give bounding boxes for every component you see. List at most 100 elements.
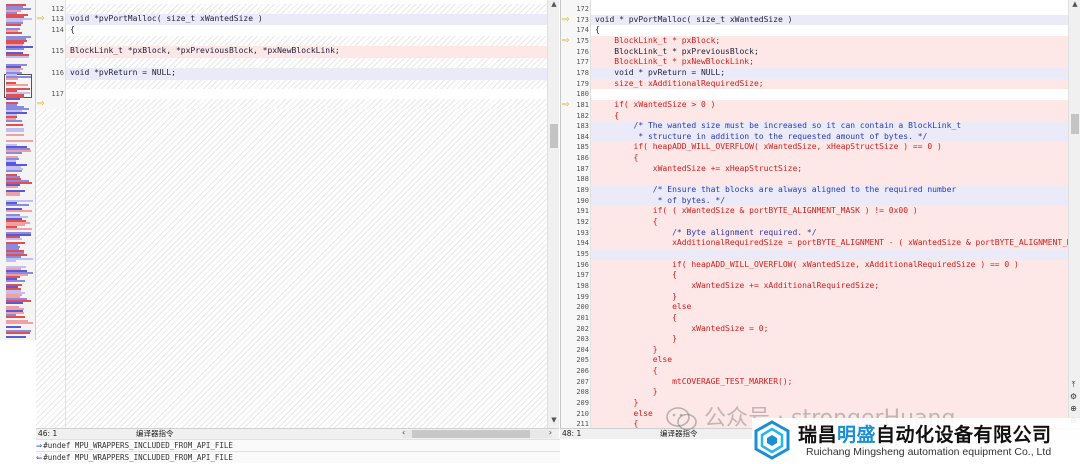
code-line[interactable]: { xyxy=(591,312,1068,324)
company-logo-icon xyxy=(754,420,790,460)
right-scroll-thumb[interactable] xyxy=(1071,114,1079,134)
code-line[interactable] xyxy=(66,89,547,99)
right-code-area[interactable]: void * pvPortMalloc( size_t xWantedSize … xyxy=(591,0,1068,428)
code-line-text: { xyxy=(70,25,75,34)
code-line[interactable]: void *pvReturn = NULL; xyxy=(66,68,547,80)
code-line[interactable]: { xyxy=(591,110,1068,122)
code-line-text: } xyxy=(595,291,677,301)
scroll-down-icon[interactable]: ▼ xyxy=(548,416,559,424)
code-line[interactable] xyxy=(66,4,547,14)
code-line[interactable]: } xyxy=(591,344,1068,356)
code-line[interactable] xyxy=(591,174,1068,186)
scroll-up-icon[interactable]: ▲ xyxy=(1069,0,1080,8)
pin-icon[interactable]: ⤒ xyxy=(1067,380,1080,392)
code-line[interactable]: void * pvPortMalloc( size_t xWantedSize … xyxy=(591,14,1068,26)
arrow-right-icon[interactable]: ⇨ xyxy=(562,15,570,26)
code-line[interactable] xyxy=(66,36,547,46)
left-code-area[interactable]: void *pvPortMalloc( size_t xWantedSize )… xyxy=(66,0,547,428)
code-line[interactable] xyxy=(66,80,547,89)
settings-icon[interactable]: ⚙ xyxy=(1067,392,1080,404)
code-line[interactable]: if( ( xWantedSize & portBYTE_ALIGNMENT_M… xyxy=(591,206,1068,218)
arrow-right-icon[interactable]: ⇨ xyxy=(562,36,570,47)
line-number: 182 xyxy=(576,111,589,120)
code-line[interactable] xyxy=(591,4,1068,15)
code-line[interactable]: /* Byte alignment required. */ xyxy=(591,227,1068,239)
line-number: 211 xyxy=(576,420,589,428)
code-line[interactable]: { xyxy=(591,217,1068,228)
left-vertical-scrollbar[interactable]: ▲ ▼ xyxy=(547,0,559,428)
code-line-text: { xyxy=(595,366,658,376)
code-line[interactable]: xAdditionalRequiredSize = portBYTE_ALIGN… xyxy=(591,238,1068,249)
code-line[interactable] xyxy=(591,248,1068,260)
code-line[interactable]: } xyxy=(591,387,1068,399)
code-line[interactable]: { xyxy=(66,25,547,36)
scroll-left-icon[interactable]: ‹ xyxy=(402,428,405,438)
code-line[interactable] xyxy=(66,58,547,68)
code-line-text: xWantedSize = 0; xyxy=(595,323,769,333)
arrow-right-icon[interactable]: ⇨ xyxy=(37,14,45,25)
right-vertical-scrollbar[interactable]: ▲ xyxy=(1068,0,1080,428)
code-line-text: BlockLink_t *pxBlock, *pxPreviousBlock, … xyxy=(70,46,340,55)
scroll-up-icon[interactable]: ▲ xyxy=(548,0,559,8)
code-line[interactable]: { xyxy=(591,270,1068,281)
zoom-icon[interactable]: ⊕ xyxy=(1067,404,1080,416)
code-line[interactable]: else xyxy=(591,355,1068,367)
detail-line-bottom[interactable]: ⇐#undef MPU_WRAPPERS_INCLUDED_FROM_API_F… xyxy=(36,451,560,463)
code-line[interactable]: void *pvPortMalloc( size_t xWantedSize ) xyxy=(66,14,547,25)
code-line-text: /* The wanted size must be increased so … xyxy=(595,121,962,131)
line-number: 205 xyxy=(576,356,589,365)
scroll-right-icon[interactable]: › xyxy=(549,428,552,438)
code-line[interactable]: * structure in addition to the requested… xyxy=(591,131,1068,143)
code-line[interactable]: /* Ensure that blocks are always aligned… xyxy=(591,185,1068,196)
syntax-mode[interactable]: 编译器指令 xyxy=(136,429,174,439)
code-line[interactable] xyxy=(591,89,1068,100)
code-line[interactable]: void * pvReturn = NULL; xyxy=(591,67,1068,79)
arrow-right-icon[interactable]: ⇨ xyxy=(562,100,570,111)
code-line[interactable]: /* The wanted size must be increased so … xyxy=(591,121,1068,132)
diff-overview-map[interactable] xyxy=(0,0,36,340)
code-line[interactable]: { xyxy=(591,153,1068,164)
left-hscroll-thumb[interactable] xyxy=(412,430,530,438)
line-number: 178 xyxy=(576,68,589,77)
code-line[interactable]: } xyxy=(591,291,1068,303)
code-line[interactable]: xWantedSize += xHeapStructSize; xyxy=(591,163,1068,175)
code-line[interactable]: if( heapADD_WILL_OVERFLOW( xWantedSize, … xyxy=(591,259,1068,271)
code-line-text: } xyxy=(595,387,658,397)
overview-diff-marker xyxy=(6,186,18,188)
empty-area xyxy=(66,109,547,428)
code-line[interactable]: if( xWantedSize > 0 ) xyxy=(591,99,1068,111)
line-number: 184 xyxy=(576,132,589,141)
code-line[interactable]: xWantedSize = 0; xyxy=(591,323,1068,335)
code-line-text: xWantedSize += xHeapStructSize; xyxy=(595,163,803,173)
code-line[interactable]: mtCOVERAGE_TEST_MARKER(); xyxy=(591,376,1068,388)
code-line[interactable]: } xyxy=(591,334,1068,345)
left-code-pane[interactable]: 112 113 ⇨ 114 115 116 117 ⇨ void *pvPortMalloc(… xyxy=(36,0,559,428)
company-logo-block: 瑞昌明盛自动化设备有限公司 Ruichang Mingsheng automat… xyxy=(752,418,1080,464)
left-horizontal-scrollbar[interactable]: ‹ › xyxy=(402,428,552,438)
overview-diff-marker xyxy=(6,78,18,80)
detail-line-top[interactable]: ⇒#undef MPU_WRAPPERS_INCLUDED_FROM_API_F… xyxy=(36,439,560,451)
overview-diff-marker xyxy=(6,326,21,328)
code-line[interactable]: xWantedSize += xAdditionalRequiredSize; xyxy=(591,280,1068,292)
code-line[interactable]: { xyxy=(591,25,1068,36)
right-code-pane[interactable]: 172 173 ⇨ 174 175 ⇨ 176 177 178 179 180 181 ⇨ 182 183 1… xyxy=(560,0,1080,428)
code-line[interactable]: * of bytes. */ xyxy=(591,195,1068,207)
code-line[interactable]: BlockLink_t * pxNewBlockLink; xyxy=(591,57,1068,68)
code-line[interactable]: BlockLink_t * pxPreviousBlock; xyxy=(591,46,1068,58)
line-number: 199 xyxy=(576,292,589,301)
code-line[interactable]: BlockLink_t *pxBlock, *pxPreviousBlock, … xyxy=(66,46,547,58)
code-line[interactable]: BlockLink_t * pxBlock; xyxy=(591,35,1068,47)
overview-diff-marker xyxy=(6,124,23,126)
left-scroll-thumb[interactable] xyxy=(550,124,558,148)
overview-diff-marker xyxy=(6,32,22,34)
code-line[interactable]: size_t xAdditionalRequiredSize; xyxy=(591,78,1068,90)
line-number: 180 xyxy=(576,90,589,99)
overview-diff-marker xyxy=(6,332,30,334)
code-line[interactable] xyxy=(66,99,547,109)
line-number: 202 xyxy=(576,324,589,333)
code-line[interactable]: else xyxy=(591,302,1068,313)
code-line-text: if( heapADD_WILL_OVERFLOW( xWantedSize, … xyxy=(595,259,1019,269)
line-number: 204 xyxy=(576,345,589,354)
code-line[interactable]: { xyxy=(591,366,1068,377)
code-line[interactable]: if( heapADD_WILL_OVERFLOW( xWantedSize, … xyxy=(591,142,1068,154)
